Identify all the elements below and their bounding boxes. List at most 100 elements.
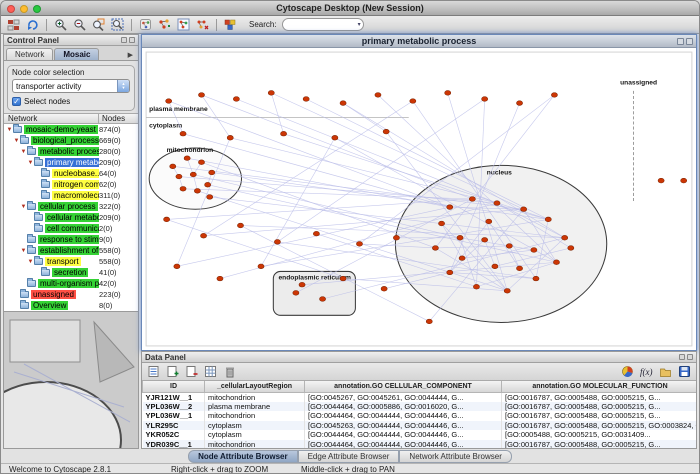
network-node[interactable] [209,170,215,175]
table-cell[interactable]: YPL036W__1 [143,411,205,421]
tree-row-label[interactable]: secretion [52,268,88,277]
table-cell[interactable]: [GO:0016787, GO:0005488, GO:0005215, GO:… [502,421,697,431]
function-builder-button[interactable]: f(x) [638,364,655,379]
network-node[interactable] [681,178,687,183]
search-field[interactable]: ▾ [282,18,364,31]
tab-node-attribute-browser[interactable]: Node Attribute Browser [188,450,298,463]
attribute-matrix-button[interactable] [202,364,219,379]
zoom-fit-button[interactable] [109,17,126,32]
tree-row-label[interactable]: transport [45,257,81,266]
tree-row[interactable]: ▼cellular process322(0) [4,201,138,212]
zoom-in-button[interactable] [52,17,69,32]
tree-row[interactable]: nucleobase...64(0) [4,168,138,179]
network-node[interactable] [568,246,574,251]
chart-button[interactable] [619,364,636,379]
table-cell[interactable]: [GO:0045267, GO:0045261, GO:0044444, G..… [305,392,502,402]
close-panel-icon[interactable] [687,354,693,360]
network-edge[interactable] [271,93,283,134]
expand-triangle-icon[interactable]: ▼ [6,127,13,133]
tree-row-label[interactable]: metabolic process [38,147,99,156]
network-node[interactable] [447,205,453,210]
network-node[interactable] [227,135,233,140]
network-node[interactable] [340,276,346,281]
table-column-header[interactable]: ID [143,381,205,392]
network-node[interactable] [482,97,488,102]
network-node[interactable] [170,164,176,169]
expand-triangle-icon[interactable]: ▼ [20,248,27,254]
attribute-table-header[interactable]: ID_cellularLayoutRegionannotation.GO CEL… [143,381,697,392]
network-node[interactable] [504,288,510,293]
table-cell[interactable]: YKR052C [143,430,205,440]
network-node[interactable] [194,188,200,193]
combo-arrows-icon[interactable]: ▲▼ [117,80,129,92]
tree-row[interactable]: secretion41(0) [4,267,138,278]
tree-row[interactable]: ▼biological_process669(0) [4,135,138,146]
network-node[interactable] [486,219,492,224]
tree-row[interactable]: ▼transport558(0) [4,256,138,267]
network-edge[interactable] [230,138,497,203]
network-view-button[interactable] [175,17,192,32]
network-node[interactable] [180,186,186,191]
table-cell[interactable]: [GO:0044464, GO:0044444, GO:0044446, G..… [305,430,502,440]
table-row[interactable]: YKR052Ccytoplasm[GO:0044464, GO:0044444,… [143,430,697,440]
zoom-out-button[interactable] [71,17,88,32]
network-node[interactable] [303,97,309,102]
tree-row-label[interactable]: macromolecule... [52,191,99,200]
network-node[interactable] [205,182,211,187]
tree-row-label[interactable]: nucleobase... [52,169,99,178]
tree-row-label[interactable]: nitrogen compo... [52,180,99,189]
table-cell[interactable]: cytoplasm [205,421,305,431]
network-node[interactable] [268,91,274,96]
tree-row[interactable]: ▼primary metabo...209(0) [4,157,138,168]
expand-triangle-icon[interactable]: ▼ [20,204,27,210]
import-attributes-button[interactable] [657,364,674,379]
tree-row[interactable]: nitrogen compo...62(0) [4,179,138,190]
network-node[interactable] [313,231,319,236]
network-node[interactable] [447,270,453,275]
table-cell[interactable]: [GO:0016787, GO:0005488, GO:0005215, G..… [502,402,697,412]
expand-triangle-icon[interactable]: ▼ [20,149,27,155]
table-cell[interactable]: [GO:0044464, GO:0044444, GO:0044446, G..… [305,440,502,449]
network-node[interactable] [381,286,387,291]
tree-row-label[interactable]: Overview [31,301,68,310]
network-node[interactable] [457,235,463,240]
tree-row-label[interactable]: primary metabo... [45,158,99,167]
network-edge[interactable] [236,99,497,203]
tree-row[interactable]: response to stimul...9(0) [4,234,138,245]
table-column-header[interactable]: annotation.GO CELLULAR_COMPONENT [305,381,502,392]
network-node[interactable] [190,172,196,177]
search-input[interactable] [288,20,358,30]
table-cell[interactable]: [GO:0045263, GO:0044444, GO:0044446, G..… [305,421,502,431]
select-attributes-button[interactable] [145,364,162,379]
tree-column-nodes[interactable]: Nodes [98,114,138,123]
table-row[interactable]: YDR039C__1mitochondrion[GO:0044464, GO:0… [143,440,697,449]
network-node[interactable] [281,131,287,136]
delete-row-button[interactable] [221,364,238,379]
table-cell[interactable]: YLR295C [143,421,205,431]
network-node[interactable] [531,248,537,253]
network-node[interactable] [375,93,381,98]
network-edge[interactable] [271,93,523,209]
tab-network-attribute-browser[interactable]: Network Attribute Browser [399,450,511,463]
table-cell[interactable]: [GO:0016787, GO:0005488, GO:0005215, G..… [502,440,697,449]
tree-row-label[interactable]: multi-organism pro... [38,279,99,288]
network-node[interactable] [356,242,362,247]
network-node[interactable] [299,282,305,287]
network-graph[interactable]: plasma membranecytoplasmmitochondrionnuc… [142,48,696,350]
float-panel-icon[interactable] [679,354,685,360]
tree-row-label[interactable]: response to stimul... [38,235,99,244]
network-node[interactable] [459,256,465,261]
table-cell[interactable]: YDR039C__1 [143,440,205,449]
tree-row-label[interactable]: cellular process [38,202,98,211]
tree-row[interactable]: cellular metabo...209(0) [4,212,138,223]
tree-row-label[interactable]: establishment of l... [38,246,99,255]
network-node[interactable] [658,178,664,183]
table-row[interactable]: YLR295Ccytoplasm[GO:0045263, GO:0044444,… [143,421,697,431]
tree-row[interactable]: macromolecule...311(0) [4,190,138,201]
titlebar[interactable]: Cytoscape Desktop (New Session) [1,1,699,16]
graphics-details-button[interactable] [137,17,154,32]
network-node[interactable] [176,174,182,179]
network-node[interactable] [533,276,539,281]
network-node[interactable] [426,319,432,324]
new-attribute-button[interactable] [164,364,181,379]
